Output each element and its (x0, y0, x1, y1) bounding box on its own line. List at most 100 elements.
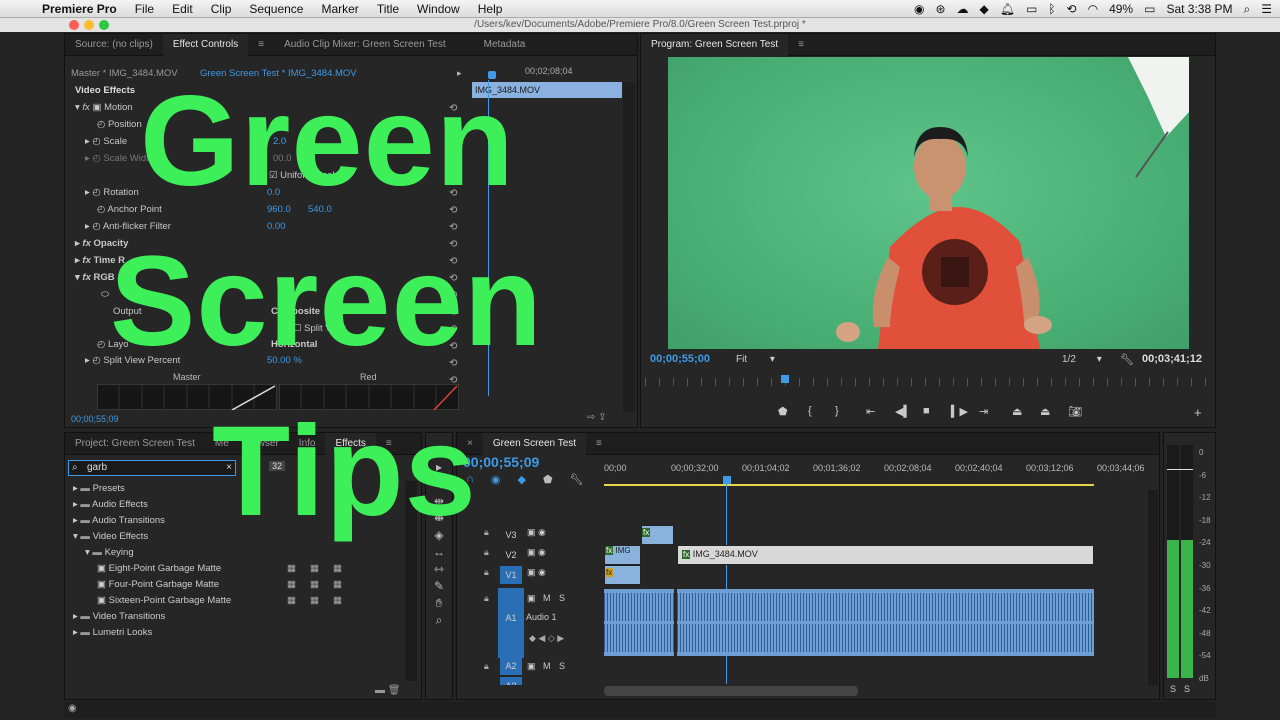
a1-audio-clip-2[interactable] (677, 589, 1094, 656)
zoom-tool-icon[interactable]: ⌕ (433, 612, 445, 629)
v3-toggles[interactable]: ▣ ◉ (527, 527, 546, 538)
mark-out-button[interactable]: } (835, 405, 839, 417)
v1-lock-icon[interactable]: 🔒︎ (484, 567, 489, 578)
eye-icon[interactable]: ◉ (68, 703, 77, 714)
menu-file[interactable]: File (135, 2, 154, 16)
a2-solo[interactable]: S (559, 661, 565, 671)
v2-clip-main[interactable]: fx IMG_3484.MOV (677, 545, 1094, 565)
hand-tool-icon[interactable]: ✋︎ (433, 595, 445, 612)
track-v3[interactable]: V3 (500, 526, 522, 544)
a1-toggle-icon[interactable]: ▣ (527, 593, 536, 604)
a2-mute[interactable]: M (543, 661, 551, 671)
lift-button[interactable]: ⏏ (1012, 405, 1022, 418)
wifi-icon[interactable]: ◠ (1088, 2, 1098, 16)
search-icon[interactable]: ⌕ (1244, 2, 1251, 17)
tab-audio-clip-mixer[interactable]: Audio Clip Mixer: Green Screen Test (274, 39, 456, 50)
clock[interactable]: Sat 3:38 PM (1166, 2, 1232, 16)
effects-tree-item[interactable]: ▸ ▬ Video Transitions (73, 609, 393, 625)
program-playhead-timecode[interactable]: 00;00;55;00 (650, 353, 710, 365)
step-forward-button[interactable]: ▍▶ (951, 405, 968, 418)
effects-tree-item[interactable]: ▾ ▬ Keying (85, 545, 405, 561)
new-bin-icon[interactable]: ▬ 🗑︎ (375, 685, 400, 696)
step-back-button[interactable]: ◀▍ (895, 405, 912, 418)
menu-marker[interactable]: Marker (321, 2, 358, 16)
v2-lock-icon[interactable]: 🔒︎ (484, 547, 489, 558)
minimize-window-button[interactable] (84, 20, 94, 30)
track-a2[interactable]: A2 (500, 657, 522, 675)
sync-icon[interactable]: ⊛ (935, 2, 945, 16)
resolution-select[interactable]: 1/2 ▾ (1062, 354, 1102, 365)
audio-track-name[interactable]: Audio 1 (526, 612, 557, 622)
add-marker-icon[interactable]: ◆ (518, 473, 526, 486)
track-v1[interactable]: V1 (500, 566, 522, 584)
dropbox-icon[interactable]: ◆ (980, 2, 989, 16)
effects-scrollbar[interactable] (623, 82, 635, 412)
close-window-button[interactable] (69, 20, 79, 30)
motion-row[interactable]: ▾ fx ▣ Motion (75, 100, 133, 116)
rgb-curves-row[interactable]: ▾ fx RGB (75, 270, 115, 286)
scale-row[interactable]: ▸ ◴ Scale (85, 134, 127, 150)
panel-menu-icon[interactable]: ≡ (248, 39, 274, 50)
menu-clip[interactable]: Clip (211, 2, 232, 16)
a2-toggle-icon[interactable]: ▣ (527, 661, 536, 672)
bluetooth-icon[interactable]: ᛒ (1048, 2, 1055, 16)
notification-icon[interactable]: 🔔︎ (1000, 2, 1015, 16)
effects-tree-item[interactable]: ▣ Four-Point Garbage Matte ▦▦▦ (97, 577, 417, 593)
mark-in-button[interactable]: { (808, 405, 812, 417)
timeline-ruler[interactable]: 00;00 00;00;32;00 00;01;04;02 00;01;36;02 00… (604, 463, 1149, 477)
settings-wrench-icon[interactable]: 🔧︎ (570, 473, 584, 486)
wrench-icon[interactable]: 🔧︎ (1120, 353, 1134, 366)
a1-mute[interactable]: M (543, 593, 551, 603)
extract-button[interactable]: ⏏ (1040, 405, 1050, 418)
meter-solo-left[interactable]: S (1170, 684, 1176, 694)
pen-tool-icon[interactable]: ✎ (433, 578, 445, 595)
effect-controls-timecode[interactable]: 00;00;55;09 (71, 414, 119, 424)
linked-selection-icon[interactable]: ◉ (491, 473, 501, 486)
menu-sequence[interactable]: Sequence (249, 2, 303, 16)
timeline-v-scrollbar[interactable] (1148, 490, 1158, 685)
battery-percent[interactable]: 49% (1109, 2, 1133, 16)
effects-tree-item[interactable]: ▸ ▬ Lumetri Looks (73, 625, 393, 641)
zoom-window-button[interactable] (99, 20, 109, 30)
add-button[interactable]: + (1194, 405, 1202, 420)
track-a1[interactable]: A1 (500, 609, 522, 627)
mask-ellipse-icon[interactable]: ⬭ (101, 287, 109, 303)
v2-toggles[interactable]: ▣ ◉ (527, 547, 546, 558)
stop-button[interactable]: ■ (923, 405, 930, 417)
tab-metadata[interactable]: Metadata (474, 39, 536, 50)
v2-clip-short[interactable]: fx IMG (604, 545, 641, 565)
slide-tool-icon[interactable]: ⇿ (433, 561, 445, 578)
a1-audio-clip-1[interactable] (604, 589, 674, 656)
work-area-bar[interactable] (604, 484, 1094, 486)
battery-icon[interactable]: ▭ (1144, 2, 1155, 16)
effects-search-input[interactable]: ⌕ garb × (68, 460, 236, 476)
tab-source[interactable]: Source: (no clips) (65, 39, 163, 50)
zoom-select[interactable]: Fit ▾ (736, 354, 775, 365)
export-frame-icon[interactable]: ⇨ ⇪ (587, 412, 607, 423)
effects-tree-item[interactable]: ▣ Sixteen-Point Garbage Matte ▦▦▦ (97, 593, 417, 609)
menu-window[interactable]: Window (417, 2, 460, 16)
track-v2[interactable]: V2 (500, 546, 522, 564)
slip-tool-icon[interactable]: ↔ (433, 544, 445, 561)
program-playhead[interactable] (781, 375, 789, 383)
a1-lock-icon[interactable]: 🔒︎ (484, 593, 489, 604)
list-icon[interactable]: ☰ (1261, 2, 1272, 16)
v1-toggles[interactable]: ▣ ◉ (527, 567, 546, 578)
program-video-frame[interactable] (668, 57, 1189, 349)
menu-edit[interactable]: Edit (172, 2, 193, 16)
track-a3[interactable]: A3 (500, 677, 522, 685)
program-menu-icon[interactable]: ≡ (788, 39, 814, 50)
record-icon[interactable]: ◉ (914, 2, 924, 16)
app-menu[interactable]: Premiere Pro (42, 2, 117, 16)
timeline-h-scrollbar[interactable] (604, 686, 858, 696)
add-marker-button[interactable]: ⬟ (778, 405, 788, 418)
tab-sequence[interactable]: Green Screen Test (482, 432, 587, 455)
rotation-row[interactable]: ▸ ◴ Rotation (85, 185, 139, 201)
position-row[interactable]: ◴ Position (97, 117, 142, 133)
timeline-menu-icon[interactable]: ≡ (586, 438, 612, 449)
go-to-in-button[interactable]: ⇤ (866, 405, 875, 418)
timeline-playhead-handle[interactable] (723, 476, 731, 484)
a2-lock-icon[interactable]: 🔒︎ (484, 661, 489, 672)
menu-title[interactable]: Title (377, 2, 399, 16)
v3-lock-icon[interactable]: 🔒︎ (484, 527, 489, 538)
